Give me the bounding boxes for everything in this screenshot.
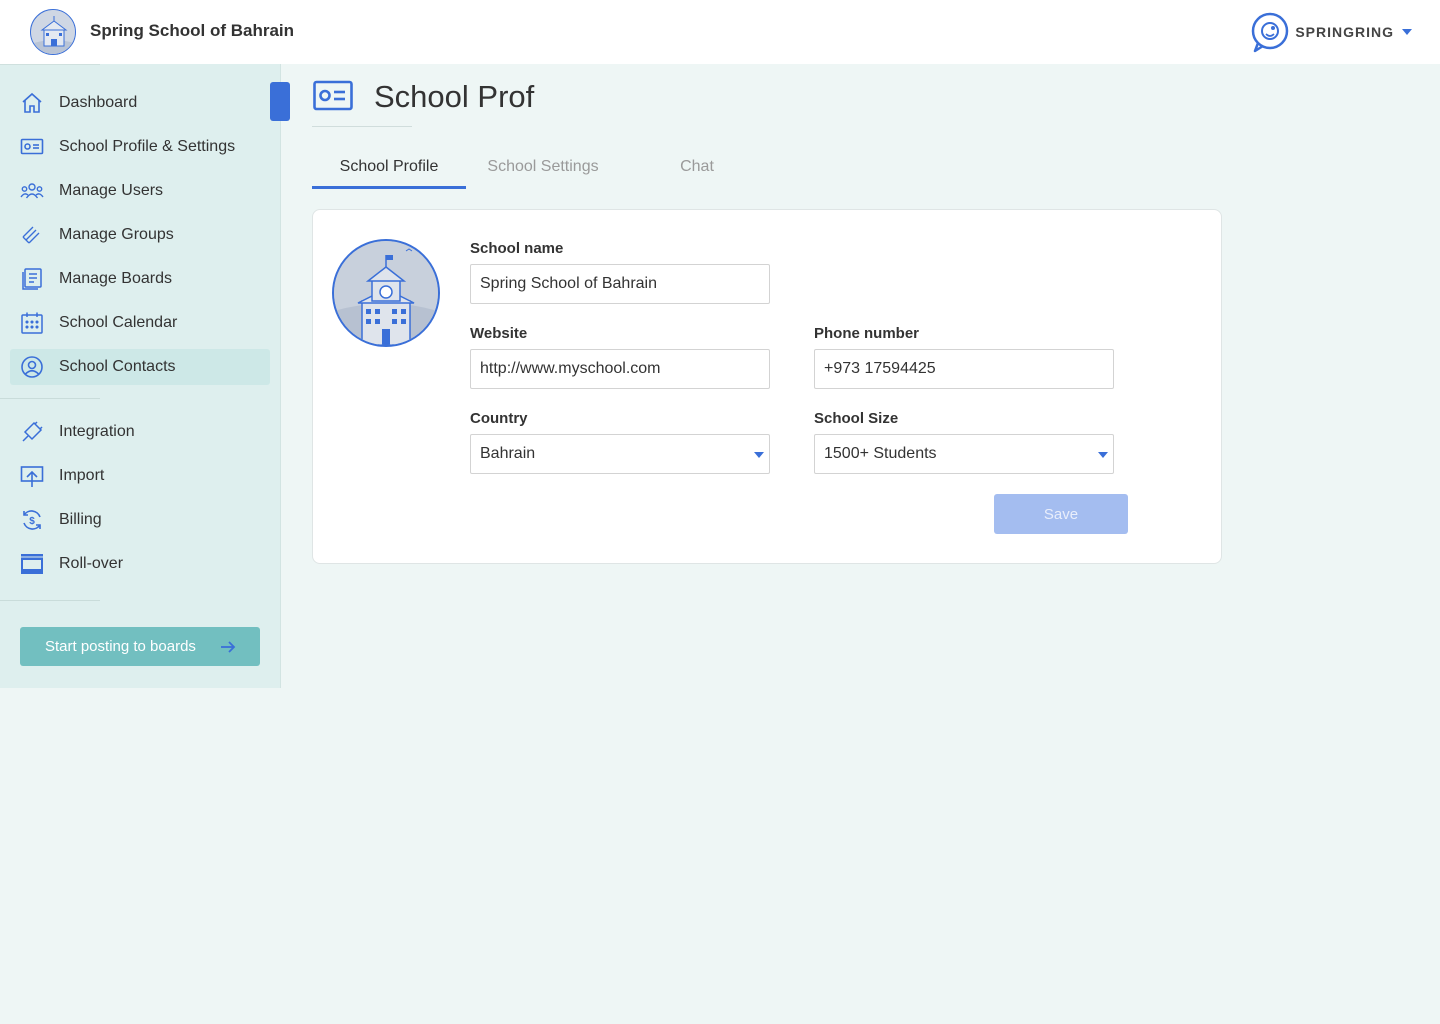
brand-name: SPRINGRING: [1295, 24, 1394, 40]
sidebar-item-label: School Profile & Settings: [59, 138, 236, 155]
school-logo[interactable]: [30, 9, 76, 55]
phone-input[interactable]: [814, 349, 1114, 389]
sidebar-item-roll-over[interactable]: Roll-over: [10, 546, 270, 582]
chevron-down-icon: [1402, 29, 1412, 35]
sidebar-divider: [0, 64, 100, 65]
title-divider: [312, 126, 412, 127]
sidebar-item-label: Manage Users: [59, 182, 164, 199]
id-card-icon: [20, 138, 44, 155]
billing-icon: $: [23, 510, 41, 530]
sidebar-item-billing[interactable]: $ Billing: [10, 502, 270, 538]
calendar-icon: [21, 312, 43, 334]
country-value: Bahrain: [480, 445, 536, 462]
sidebar-item-dashboard[interactable]: Dashboard: [10, 85, 270, 121]
home-icon: [22, 92, 42, 113]
sidebar-item-integration[interactable]: Integration: [10, 414, 270, 450]
sidebar-divider: [0, 600, 100, 601]
sidebar-item-manage-boards[interactable]: Manage Boards: [10, 261, 270, 297]
id-card-icon: [313, 80, 353, 111]
sidebar-item-label: School Contacts: [59, 358, 176, 375]
sidebar-item-manage-users[interactable]: Manage Users: [10, 173, 270, 209]
sidebar-divider: [0, 398, 100, 399]
school-name-input[interactable]: [470, 264, 770, 304]
account-menu[interactable]: SPRINGRING: [1249, 11, 1412, 53]
website-input[interactable]: [470, 349, 770, 389]
cta-label: Start posting to boards: [45, 638, 196, 655]
country-select[interactable]: Bahrain: [470, 434, 770, 474]
school-avatar[interactable]: [332, 239, 440, 347]
top-bar: Spring School of Bahrain SPRINGRING: [0, 0, 1440, 64]
school-name-label: School name: [470, 240, 564, 257]
rollover-icon: [21, 554, 43, 574]
country-label: Country: [470, 410, 528, 427]
svg-text:$: $: [29, 516, 35, 527]
springring-logo-icon: [1252, 12, 1289, 53]
sidebar-item-label: Dashboard: [59, 94, 138, 111]
school-size-value: 1500+ Students: [824, 445, 937, 462]
sidebar-item-school-contacts[interactable]: School Contacts: [10, 349, 270, 385]
boards-icon: [22, 268, 42, 290]
page-title: School Prof: [374, 79, 535, 114]
sidebar-item-label: Billing: [59, 511, 102, 528]
plug-icon: [22, 421, 43, 442]
sidebar-item-label: Integration: [59, 423, 135, 440]
users-icon: [20, 183, 44, 199]
chevron-down-icon: [1098, 452, 1108, 458]
save-button[interactable]: Save: [994, 494, 1128, 534]
sidebar-item-label: Import: [59, 467, 105, 484]
sidebar-item-school-calendar[interactable]: School Calendar: [10, 305, 270, 341]
active-indicator: [270, 82, 290, 121]
arrow-right-icon: [221, 641, 236, 653]
school-title: Spring School of Bahrain: [90, 21, 295, 40]
tab-school-settings[interactable]: School Settings: [466, 146, 620, 189]
sidebar: Dashboard School Profile & Settings Mana…: [0, 64, 290, 688]
groups-icon: [22, 226, 40, 244]
chevron-down-icon: [754, 452, 764, 458]
tab-chat[interactable]: Chat: [620, 146, 774, 189]
sidebar-item-school-profile[interactable]: School Profile & Settings: [10, 129, 270, 165]
website-label: Website: [470, 325, 528, 342]
sidebar-item-import[interactable]: Import: [10, 458, 270, 494]
sidebar-item-label: School Calendar: [59, 314, 178, 331]
school-size-select[interactable]: 1500+ Students: [814, 434, 1114, 474]
school-size-label: School Size: [814, 410, 899, 427]
sidebar-item-manage-groups[interactable]: Manage Groups: [10, 217, 270, 253]
phone-label: Phone number: [814, 325, 920, 342]
start-posting-button[interactable]: Start posting to boards: [20, 627, 260, 666]
import-icon: [20, 466, 44, 487]
sidebar-item-label: Manage Boards: [59, 270, 172, 287]
tab-school-profile[interactable]: School Profile: [312, 146, 466, 189]
contact-icon: [21, 356, 43, 378]
sidebar-item-label: Roll-over: [59, 555, 124, 572]
profile-card: School name Website Phone number Country…: [312, 209, 1222, 564]
sidebar-item-label: Manage Groups: [59, 226, 174, 243]
